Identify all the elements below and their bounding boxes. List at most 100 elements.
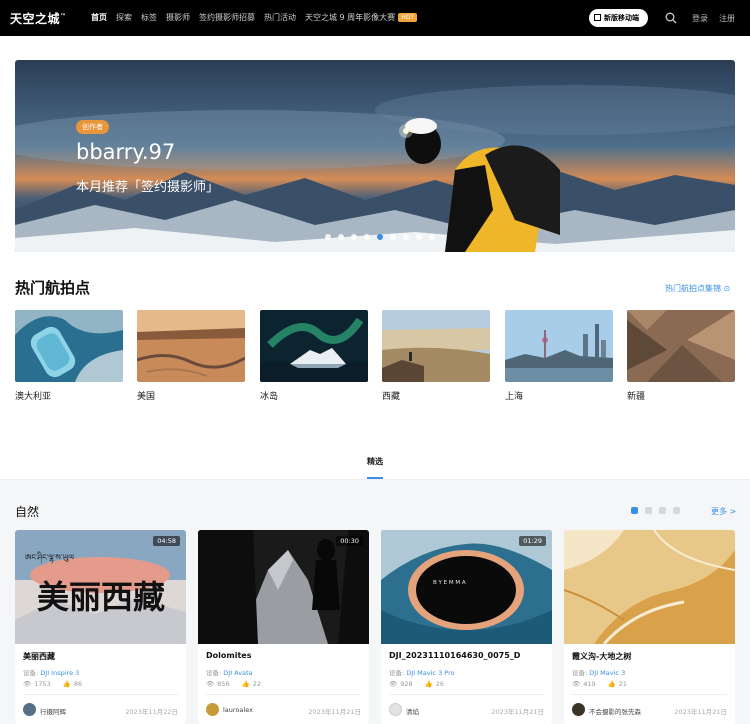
hotspot-xinjiang[interactable]: 新疆 [627, 310, 735, 402]
register-link[interactable]: 注册 [719, 13, 735, 24]
hotspot-iceland[interactable]: 冰岛 [260, 310, 368, 402]
eye-icon: 👁 [389, 680, 398, 688]
card-title[interactable]: 美丽西藏 [23, 651, 181, 662]
hotspots-title: 热门航拍点 [15, 279, 91, 297]
card-title[interactable]: DJI_20231110164630_0075_D [389, 651, 547, 660]
thumbs-up-icon[interactable]: 👍 [425, 680, 433, 688]
nav-item-explore[interactable]: 探索 [116, 12, 132, 23]
pager-dot[interactable] [659, 507, 666, 514]
video-duration: 01:29 [519, 536, 546, 546]
avatar[interactable] [389, 703, 402, 716]
post-date: 2023年11月22日 [125, 708, 178, 716]
video-duration: 00:30 [336, 536, 363, 546]
carousel-dots [325, 234, 442, 240]
hero-photographer-name[interactable]: bbarry.97 [76, 140, 175, 164]
author-name[interactable]: lauroalex [223, 706, 253, 714]
content-tabs: 精选 [0, 448, 750, 480]
hotspot-australia[interactable]: 澳大利亚 [15, 310, 123, 402]
carousel-dot[interactable] [351, 234, 357, 240]
card-divider [206, 694, 361, 695]
post-date: 2023年11月21日 [491, 708, 544, 716]
contest-label: 天空之城 9 周年影像大赛 [305, 13, 396, 22]
hotspot-image [505, 310, 613, 382]
author-name[interactable]: 清焰 [406, 706, 419, 716]
qr-code-icon [594, 14, 601, 21]
hotspot-shanghai[interactable]: 上海 [505, 310, 613, 402]
search-icon[interactable] [665, 12, 677, 24]
card-divider [389, 694, 544, 695]
device-link[interactable]: DJI Inspire 3 [40, 669, 79, 677]
login-link[interactable]: 登录 [692, 13, 708, 24]
card-device: 设备: DJI Avata [206, 669, 253, 677]
pager-dot[interactable] [631, 507, 638, 514]
carousel-dot[interactable] [325, 234, 331, 240]
nav-item-home[interactable]: 首页 [91, 12, 107, 23]
hotspot-tibet[interactable]: 西藏 [382, 310, 490, 402]
post-date: 2023年11月21日 [674, 708, 727, 716]
carousel-dot[interactable] [377, 234, 383, 240]
nav-item-photographers[interactable]: 摄影师 [166, 12, 190, 23]
eye-icon: 👁 [572, 680, 581, 688]
card-device: 设备: DJI Mavic 3 Pro [389, 669, 455, 677]
hotspot-image [382, 310, 490, 382]
device-link[interactable]: DJI Avata [223, 669, 252, 677]
eye-icon: 👁 [206, 680, 215, 688]
device-link[interactable]: DJI Mavic 3 [589, 669, 625, 677]
thumb-title-text: 美丽西藏 [37, 578, 165, 616]
hotspot-image [627, 310, 735, 382]
video-duration: 04:58 [153, 536, 180, 546]
hotspot-image [137, 310, 245, 382]
hotspot-label: 上海 [505, 392, 524, 402]
hotspot-label: 新疆 [627, 392, 646, 402]
post-date: 2023年11月21日 [308, 708, 361, 716]
thumbs-up-icon[interactable]: 👍 [63, 680, 71, 688]
nav-item-recruit[interactable]: 签约摄影师招募 [199, 12, 255, 23]
thumb-watermark: B Y E M M A [433, 580, 466, 586]
carousel-dot[interactable] [364, 234, 370, 240]
hotspots-collection-link[interactable]: 热门航拍点集锦 ⊙ [665, 283, 730, 294]
avatar[interactable] [572, 703, 585, 716]
nav-item-tags[interactable]: 标签 [141, 12, 157, 23]
pager-dot[interactable] [673, 507, 680, 514]
nature-title: 自然 [15, 505, 40, 519]
device-link[interactable]: DJI Mavic 3 Pro [406, 669, 454, 677]
video-card[interactable]: ཨང་ཤིང་ལྷ་ས་ཡུལ 美丽西藏 04:58 美丽西藏 设备: DJI … [15, 530, 186, 724]
card-title[interactable]: 霞义沟-大地之树 [572, 651, 730, 662]
nature-pager [631, 507, 687, 514]
avatar[interactable] [23, 703, 36, 716]
card-divider [23, 694, 178, 695]
video-thumbnail [198, 530, 369, 644]
creator-badge: 创作者 [76, 120, 109, 134]
hot-badge: HOT [398, 13, 418, 22]
card-stats: 👁 856 👍 22 [206, 680, 262, 688]
carousel-dot[interactable] [338, 234, 344, 240]
mobile-app-button[interactable]: 新版移动端 [589, 9, 648, 27]
carousel-dot[interactable] [403, 234, 409, 240]
author-name[interactable]: 行摄阿辉 [40, 706, 66, 716]
tab-featured[interactable]: 精选 [367, 456, 383, 467]
card-title[interactable]: Dolomites [206, 651, 364, 660]
site-logo[interactable]: 天空之城™ [10, 10, 67, 27]
hotspot-label: 冰岛 [260, 392, 279, 402]
video-card[interactable]: B Y E M M A 01:29 DJI_20231110164630_007… [381, 530, 552, 724]
photo-card[interactable]: 霞义沟-大地之树 设备: DJI Mavic 3 👁 419 👍 21 不会摄影的张… [564, 530, 735, 724]
avatar[interactable] [206, 703, 219, 716]
hero-banner[interactable]: 创作者 bbarry.97 本月推荐「签约摄影师」 [15, 60, 735, 252]
carousel-dot[interactable] [390, 234, 396, 240]
thumbs-up-icon[interactable]: 👍 [608, 680, 616, 688]
author-name[interactable]: 不会摄影的张先森 [589, 706, 641, 716]
hotspot-usa[interactable]: 美国 [137, 310, 245, 402]
nature-more-link[interactable]: 更多 > [711, 506, 736, 517]
nav-item-contest[interactable]: 天空之城 9 周年影像大赛 HOT [305, 12, 418, 23]
hotspot-label: 美国 [137, 392, 156, 402]
card-device: 设备: DJI Inspire 3 [23, 669, 80, 677]
carousel-dot[interactable] [416, 234, 422, 240]
card-stats: 👁 1753 👍 86 [23, 680, 83, 688]
hero-subtitle: 本月推荐「签约摄影师」 [76, 180, 220, 195]
carousel-dot[interactable] [429, 234, 435, 240]
pager-dot[interactable] [645, 507, 652, 514]
thumbs-up-icon[interactable]: 👍 [242, 680, 250, 688]
video-card[interactable]: 00:30 Dolomites 设备: DJI Avata 👁 856 👍 22 l… [198, 530, 369, 724]
card-device: 设备: DJI Mavic 3 [572, 669, 626, 677]
nav-item-events[interactable]: 热门活动 [264, 12, 296, 23]
